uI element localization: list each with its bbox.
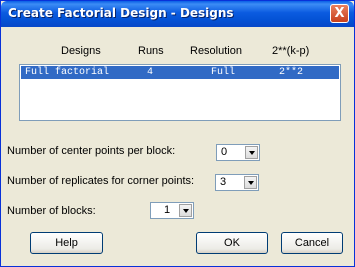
designs-listbox[interactable]: Full factorial 4 Full 2**2 <box>19 64 341 121</box>
window-title: Create Factorial Design - Designs <box>8 6 234 20</box>
dialog-window: Create Factorial Design - Designs X Desi… <box>0 0 355 267</box>
replicates-label: Number of replicates for corner points: <box>7 175 195 187</box>
design-name: Full factorial <box>25 67 110 78</box>
design-resolution: Full <box>211 67 236 78</box>
column-header-runs: Runs <box>138 45 164 57</box>
column-header-resolution: Resolution <box>190 45 242 57</box>
close-icon: X <box>334 6 345 21</box>
center-points-label: Number of center points per block: <box>7 145 176 157</box>
ok-button[interactable]: OK <box>196 232 268 254</box>
column-header-designs: Designs <box>61 45 101 57</box>
chevron-down-icon[interactable] <box>244 176 257 189</box>
design-runs: 4 <box>147 67 154 78</box>
center-points-select[interactable]: 0 <box>216 144 260 161</box>
list-item[interactable]: Full factorial 4 Full 2**2 <box>21 66 339 79</box>
help-button[interactable]: Help <box>30 232 103 254</box>
title-bar[interactable]: Create Factorial Design - Designs X <box>1 1 354 27</box>
chevron-down-icon[interactable] <box>245 146 258 159</box>
replicates-select[interactable]: 3 <box>215 174 259 191</box>
cancel-button[interactable]: Cancel <box>281 232 343 254</box>
center-points-value: 0 <box>221 146 228 158</box>
chevron-down-icon[interactable] <box>179 204 192 217</box>
replicates-value: 3 <box>220 176 227 188</box>
blocks-label: Number of blocks: <box>7 205 96 217</box>
blocks-value: 1 <box>164 204 171 216</box>
design-fraction: 2**2 <box>279 67 304 78</box>
close-button[interactable]: X <box>330 4 349 23</box>
column-header-fraction: 2**(k-p) <box>272 45 310 57</box>
blocks-select[interactable]: 1 <box>150 202 194 219</box>
